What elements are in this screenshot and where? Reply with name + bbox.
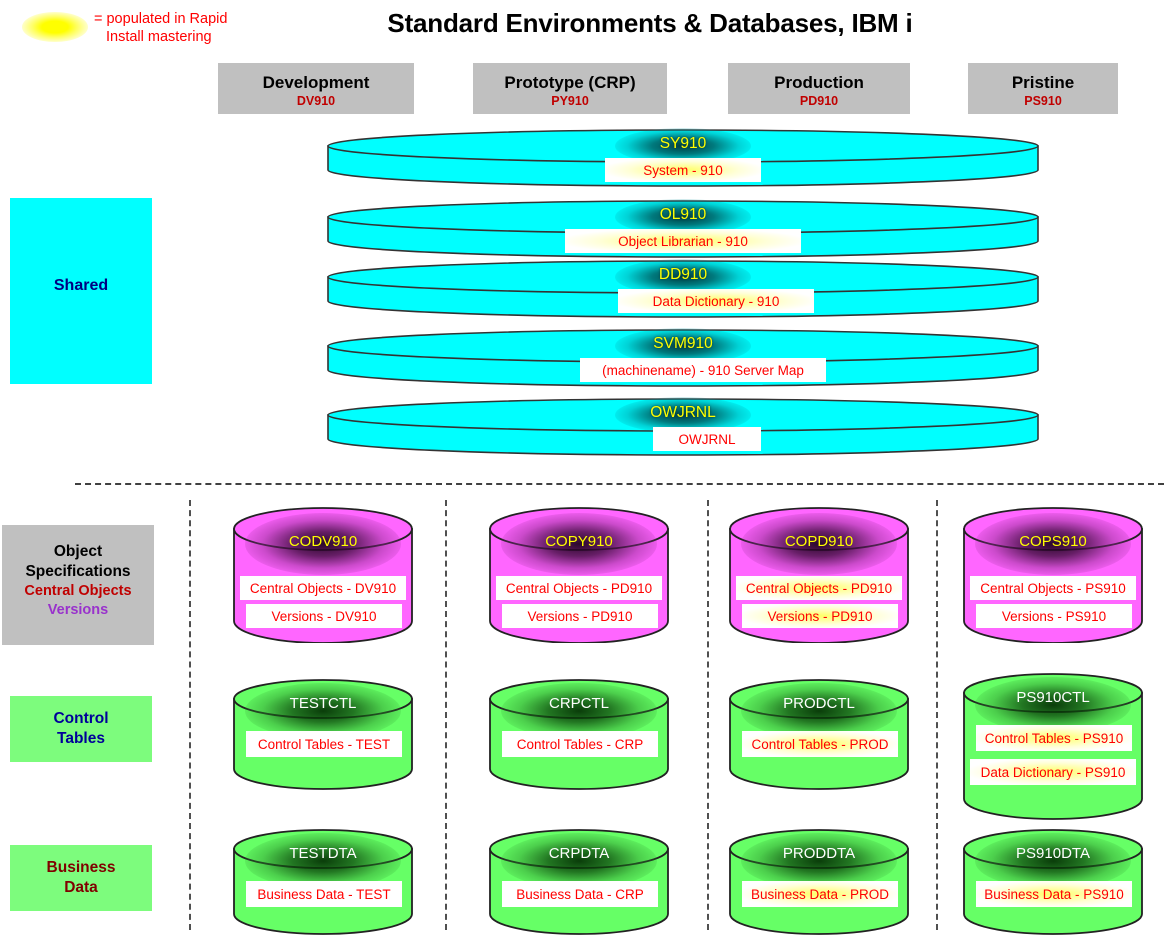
column-header-name: Prototype (CRP): [504, 73, 636, 92]
column-divider-1: [189, 500, 191, 930]
row-label-central-objects: Central Objects: [24, 583, 132, 599]
column-divider-3: [707, 500, 709, 930]
legend-line-2: Install mastering: [106, 29, 212, 45]
database-label: Central Objects - DV910: [240, 576, 406, 600]
database-label: Business Data - PROD: [742, 881, 898, 907]
row-label-business-data: Business Data: [10, 845, 152, 911]
column-header-code: PD910: [799, 94, 839, 108]
legend-text: = populated in Rapid Install mastering: [94, 10, 324, 46]
object-spec-database-cops910[interactable]: COPS910 Central Objects - PS910 Versions…: [962, 507, 1144, 643]
database-name: CRPCTL: [548, 695, 609, 712]
business-data-database-ps910dta[interactable]: PS910DTA Business Data - PS910: [962, 829, 1144, 936]
database-label: Versions - PD910: [742, 604, 898, 628]
database-name: COPD910: [784, 533, 854, 550]
row-label-line-2: Specifications: [25, 563, 131, 580]
rapid-install-glow-icon: [22, 12, 88, 42]
shared-database-label: (machinename) - 910 Server Map: [580, 358, 826, 382]
database-name: PS910DTA: [1016, 845, 1090, 862]
column-header-production: Production PD910: [728, 63, 910, 114]
shared-database-svm910[interactable]: SVM910 (machinename) - 910 Server Map: [326, 328, 1040, 388]
column-divider-4: [936, 500, 938, 930]
shared-database-name: OWJRNL: [650, 404, 716, 421]
column-header-code: PS910: [1024, 94, 1062, 108]
column-header-name: Production: [774, 73, 864, 92]
page-title: Standard Environments & Databases, IBM i: [387, 8, 913, 38]
database-label: Central Objects - PD910: [496, 576, 662, 600]
database-label: Business Data - TEST: [246, 881, 402, 907]
column-header-prototype: Prototype (CRP) PY910: [473, 63, 667, 114]
row-label-line-1: Control: [53, 710, 109, 727]
column-header-code: PY910: [551, 94, 589, 108]
object-spec-database-copy910[interactable]: COPY910 Central Objects - PD910 Versions…: [488, 507, 670, 643]
column-divider-2: [445, 500, 447, 930]
shared-database-label: System - 910: [605, 158, 761, 182]
legend-line-1: = populated in Rapid: [94, 11, 228, 27]
shared-database-owjrnl[interactable]: OWJRNL OWJRNL: [326, 397, 1040, 457]
database-name: COPY910: [545, 533, 613, 550]
shared-database-label: Object Librarian - 910: [565, 229, 801, 253]
business-data-database-crpdta[interactable]: CRPDTA Business Data - CRP: [488, 829, 670, 936]
column-header-name: Pristine: [1011, 73, 1075, 92]
row-label-shared-text: Shared: [53, 277, 109, 294]
object-spec-database-codv910[interactable]: CODV910 Central Objects - DV910 Versions…: [232, 507, 414, 643]
database-label: Versions - PD910: [502, 604, 658, 628]
row-label-shared: Shared: [10, 198, 152, 384]
shared-database-sy910[interactable]: SY910 System - 910: [326, 128, 1040, 188]
row-label-object-specifications: Object Specifications Central Objects Ve…: [2, 525, 154, 645]
database-name: PRODCTL: [783, 695, 855, 712]
row-label-line-2: Data: [64, 879, 98, 896]
database-label: Business Data - PS910: [976, 881, 1132, 907]
business-data-database-testdta[interactable]: TESTDTA Business Data - TEST: [232, 829, 414, 936]
shared-database-ol910[interactable]: OL910 Object Librarian - 910: [326, 199, 1040, 259]
database-name: TESTDTA: [289, 845, 357, 862]
database-name: CODV910: [288, 533, 358, 550]
database-name: PRODDTA: [782, 845, 856, 862]
database-name: COPS910: [1019, 533, 1087, 550]
object-spec-database-copd910[interactable]: COPD910 Central Objects - PD910 Versions…: [728, 507, 910, 643]
shared-database-name: DD910: [658, 266, 708, 283]
database-label: Control Tables - CRP: [502, 731, 658, 757]
shared-database-dd910[interactable]: DD910 Data Dictionary - 910: [326, 259, 1040, 319]
row-label-line-2: Tables: [57, 730, 105, 747]
database-label: Control Tables - PROD: [742, 731, 898, 757]
database-label: Data Dictionary - PS910: [970, 759, 1136, 785]
row-label-line-1: Business: [46, 859, 116, 876]
shared-database-label: Data Dictionary - 910: [618, 289, 814, 313]
shared-database-name: SY910: [659, 135, 707, 152]
control-table-database-crpctl[interactable]: CRPCTL Control Tables - CRP: [488, 679, 670, 791]
database-label: Versions - PS910: [976, 604, 1132, 628]
database-label: Control Tables - TEST: [246, 731, 402, 757]
shared-database-name: SVM910: [653, 335, 713, 352]
control-table-database-testctl[interactable]: TESTCTL Control Tables - TEST: [232, 679, 414, 791]
database-label: Central Objects - PD910: [736, 576, 902, 600]
column-header-name: Development: [262, 73, 370, 92]
row-label-control-tables: Control Tables: [10, 696, 152, 762]
row-label-line-1: Object: [53, 543, 103, 560]
database-label: Versions - DV910: [246, 604, 402, 628]
control-table-database-prodctl[interactable]: PRODCTL Control Tables - PROD: [728, 679, 910, 791]
database-name: PS910CTL: [1016, 689, 1090, 706]
business-data-database-proddta[interactable]: PRODDTA Business Data - PROD: [728, 829, 910, 936]
column-header-development: Development DV910: [218, 63, 414, 114]
database-name: CRPDTA: [548, 845, 610, 862]
shared-database-name: OL910: [659, 206, 707, 223]
shared-database-label: OWJRNL: [653, 427, 761, 451]
column-header-code: DV910: [296, 94, 336, 108]
row-label-versions: Versions: [47, 602, 109, 618]
database-label: Business Data - CRP: [502, 881, 658, 907]
control-table-database-ps910ctl[interactable]: PS910CTL Control Tables - PS910 Data Dic…: [962, 673, 1144, 821]
database-label: Central Objects - PS910: [970, 576, 1136, 600]
database-label: Control Tables - PS910: [976, 725, 1132, 751]
database-name: TESTCTL: [289, 695, 357, 712]
section-divider: [75, 483, 1164, 485]
column-header-pristine: Pristine PS910: [968, 63, 1118, 114]
